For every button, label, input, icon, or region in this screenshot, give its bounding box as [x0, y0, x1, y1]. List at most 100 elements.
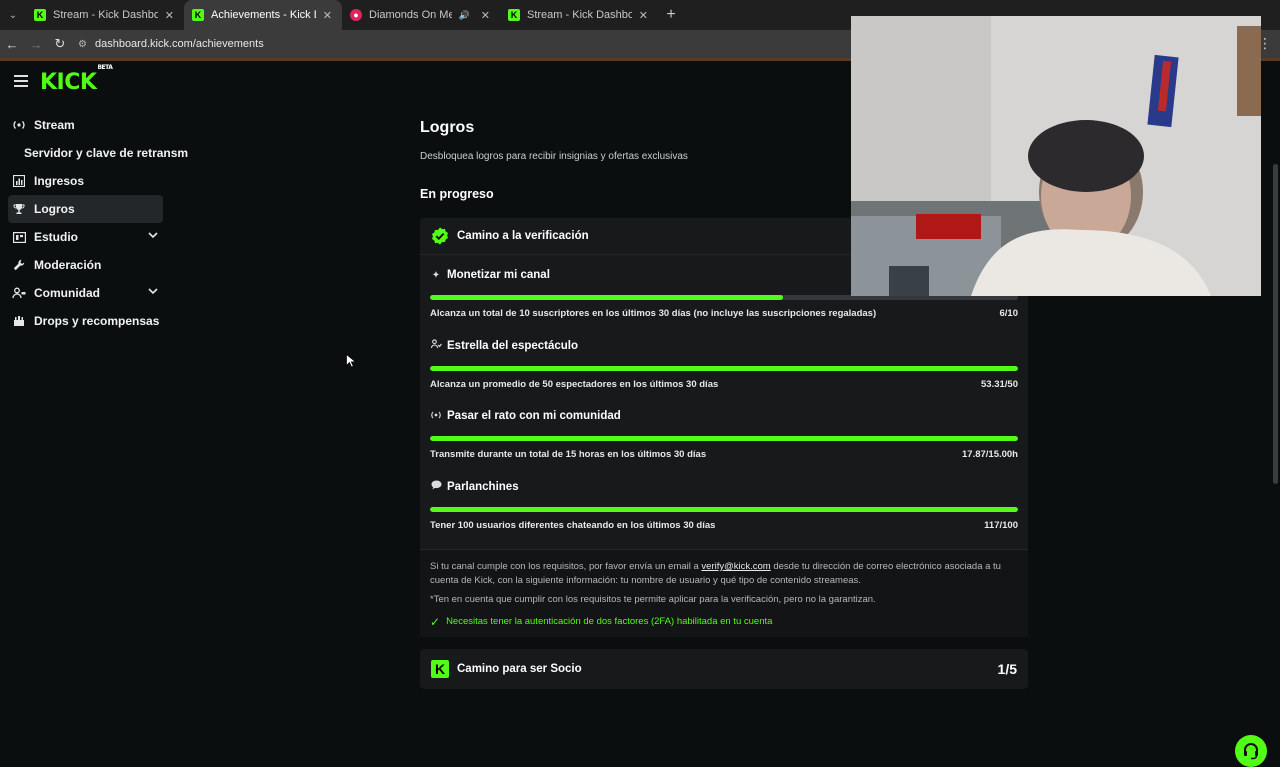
sidebar-item-server-key[interactable]: Servidor y clave de retransm: [8, 139, 188, 167]
progress-bar: [430, 506, 1018, 512]
card-title: Camino para ser Socio: [457, 663, 582, 675]
kick-favicon-icon: K: [192, 9, 204, 21]
gift-icon: [12, 314, 26, 328]
goal-row: Transmite durante un total de 15 horas e…: [430, 449, 1018, 460]
chevron-down-icon[interactable]: [147, 285, 159, 300]
headset-icon: [1244, 743, 1258, 760]
sidebar-item-label: Moderación: [34, 258, 102, 272]
card-title: Camino a la verificación: [457, 230, 589, 242]
tab-search-icon[interactable]: ⌄: [0, 0, 26, 30]
tab-title: Diamonds On Me (con Lil T: [369, 9, 452, 21]
sidebar: Stream Servidor y clave de retransm Ingr…: [8, 111, 188, 335]
goal-row: Tener 100 usuarios diferentes chateando …: [430, 520, 1018, 531]
kick-favicon-icon: K: [34, 9, 46, 21]
broadcast-icon: [12, 118, 26, 132]
beta-badge: BETA: [97, 63, 113, 71]
logo-text: KICK: [40, 70, 97, 95]
chart-icon: [12, 174, 26, 188]
goal-value: 53.31/50: [981, 378, 1018, 390]
sidebar-item-moderacion[interactable]: Moderación: [8, 251, 163, 279]
new-tab-icon[interactable]: +: [658, 6, 684, 24]
webcam-overlay: [851, 16, 1261, 296]
goal-row: Alcanza un promedio de 50 espectadores e…: [430, 379, 1018, 390]
goal-pasar-rato: Pasar el rato con mi comunidad Transmite…: [430, 408, 1018, 479]
goal-list: ✦ Monetizar mi canal Alcanza un total de…: [420, 255, 1028, 549]
community-icon: [12, 286, 26, 300]
sidebar-item-label: Ingresos: [34, 174, 85, 188]
tab-title: Achievements - Kick Dashboard: [211, 9, 316, 21]
verify-email-link[interactable]: verify@kick.com: [701, 561, 770, 572]
reload-icon[interactable]: ↻: [48, 36, 72, 52]
back-icon[interactable]: ←: [0, 37, 24, 52]
sidebar-item-label: Estudio: [34, 230, 78, 244]
goal-description: Alcanza un promedio de 50 espectadores e…: [430, 378, 719, 390]
sidebar-item-estudio[interactable]: Estudio: [8, 223, 163, 251]
requirement-text: Necesitas tener la autenticación de dos …: [446, 616, 773, 627]
goal-title: Pasar el rato con mi comunidad: [430, 408, 1018, 424]
goal-title: Parlanchines: [430, 479, 1018, 495]
sidebar-item-label: Servidor y clave de retransm: [24, 146, 189, 160]
achievement-card-partner[interactable]: K Camino para ser Socio 1/5: [420, 649, 1028, 689]
url-field[interactable]: ⚙ dashboard.kick.com/achievements: [78, 38, 264, 50]
goal-title-text: Monetizar mi canal: [447, 269, 550, 281]
goal-row: Alcanza un total de 10 suscriptores en l…: [430, 308, 1018, 319]
progress-bar: [430, 436, 1018, 441]
verification-note: *Ten en cuenta que cumplir con los requi…: [430, 594, 876, 605]
card-footer: Si tu canal cumple con los requisitos, p…: [420, 549, 1028, 637]
users-icon: [430, 339, 442, 352]
url-text: dashboard.kick.com/achievements: [94, 38, 264, 50]
sidebar-item-drops[interactable]: Drops y recompensas: [8, 307, 163, 335]
goal-parlanchines: Parlanchines Tener 100 usuarios diferent…: [430, 479, 1018, 550]
goal-title-text: Parlanchines: [447, 480, 519, 493]
check-icon: ✓: [430, 615, 441, 629]
sparkle-icon: ✦: [431, 269, 441, 281]
trophy-icon: [12, 202, 26, 216]
goal-value: 117/100: [984, 519, 1018, 531]
sidebar-item-comunidad[interactable]: Comunidad: [8, 279, 163, 307]
kick-favicon-icon: K: [508, 9, 520, 21]
progress-fill: [430, 436, 1018, 441]
sidebar-item-label: Logros: [34, 202, 75, 216]
browser-tab-3[interactable]: ● Diamonds On Me (con Lil T 🔊 ✕: [342, 0, 500, 30]
menu-icon[interactable]: [14, 75, 28, 90]
goal-description: Alcanza un total de 10 suscriptores en l…: [430, 308, 877, 319]
sidebar-item-label: Comunidad: [34, 286, 100, 300]
sidebar-item-ingresos[interactable]: Ingresos: [8, 167, 163, 195]
progress-fill: [430, 365, 1018, 371]
goal-title-text: Pasar el rato con mi comunidad: [447, 410, 621, 422]
sidebar-item-label: Stream: [34, 118, 75, 132]
close-icon[interactable]: ✕: [481, 9, 490, 22]
page-scrollbar[interactable]: [1273, 164, 1278, 484]
close-icon[interactable]: ✕: [165, 9, 174, 22]
browser-tab-2[interactable]: K Achievements - Kick Dashboard ✕: [184, 0, 342, 30]
progress-fill: [430, 506, 1018, 512]
chevron-down-icon[interactable]: [147, 229, 159, 244]
mouse-cursor-icon: [346, 354, 356, 368]
progress-fill: [430, 295, 783, 300]
browser-tab-4[interactable]: K Stream - Kick Dashboard ✕: [500, 0, 658, 30]
tab-title: Stream - Kick Dashboard: [53, 9, 158, 21]
close-icon[interactable]: ✕: [323, 9, 332, 22]
sidebar-item-stream[interactable]: Stream: [8, 111, 163, 139]
browser-tab-1[interactable]: K Stream - Kick Dashboard ✕: [26, 0, 184, 30]
kick-logo[interactable]: KICKBETA: [40, 64, 113, 95]
close-icon[interactable]: ✕: [639, 9, 648, 22]
goal-estrella: Estrella del espectáculo Alcanza un prom…: [430, 338, 1018, 409]
forward-icon[interactable]: →: [24, 37, 48, 52]
goal-description: Tener 100 usuarios diferentes chateando …: [430, 519, 716, 531]
goal-value: 17.87/15.00h: [962, 449, 1018, 460]
studio-icon: [12, 230, 26, 244]
site-info-icon[interactable]: ⚙: [78, 39, 87, 50]
chat-icon: [430, 480, 442, 493]
sidebar-item-label: Drops y recompensas: [34, 314, 160, 328]
music-favicon-icon: ●: [350, 9, 362, 21]
speaker-icon[interactable]: 🔊: [459, 10, 470, 21]
verification-instructions: Si tu canal cumple con los requisitos, p…: [430, 560, 1018, 588]
sidebar-item-logros[interactable]: Logros: [8, 195, 163, 223]
wrench-icon: [12, 258, 26, 272]
goal-description: Transmite durante un total de 15 horas e…: [430, 449, 707, 460]
goal-value: 6/10: [999, 308, 1019, 319]
progress-bar: [430, 365, 1018, 371]
help-chat-button[interactable]: [1235, 735, 1267, 767]
webcam-image: [851, 16, 1261, 296]
